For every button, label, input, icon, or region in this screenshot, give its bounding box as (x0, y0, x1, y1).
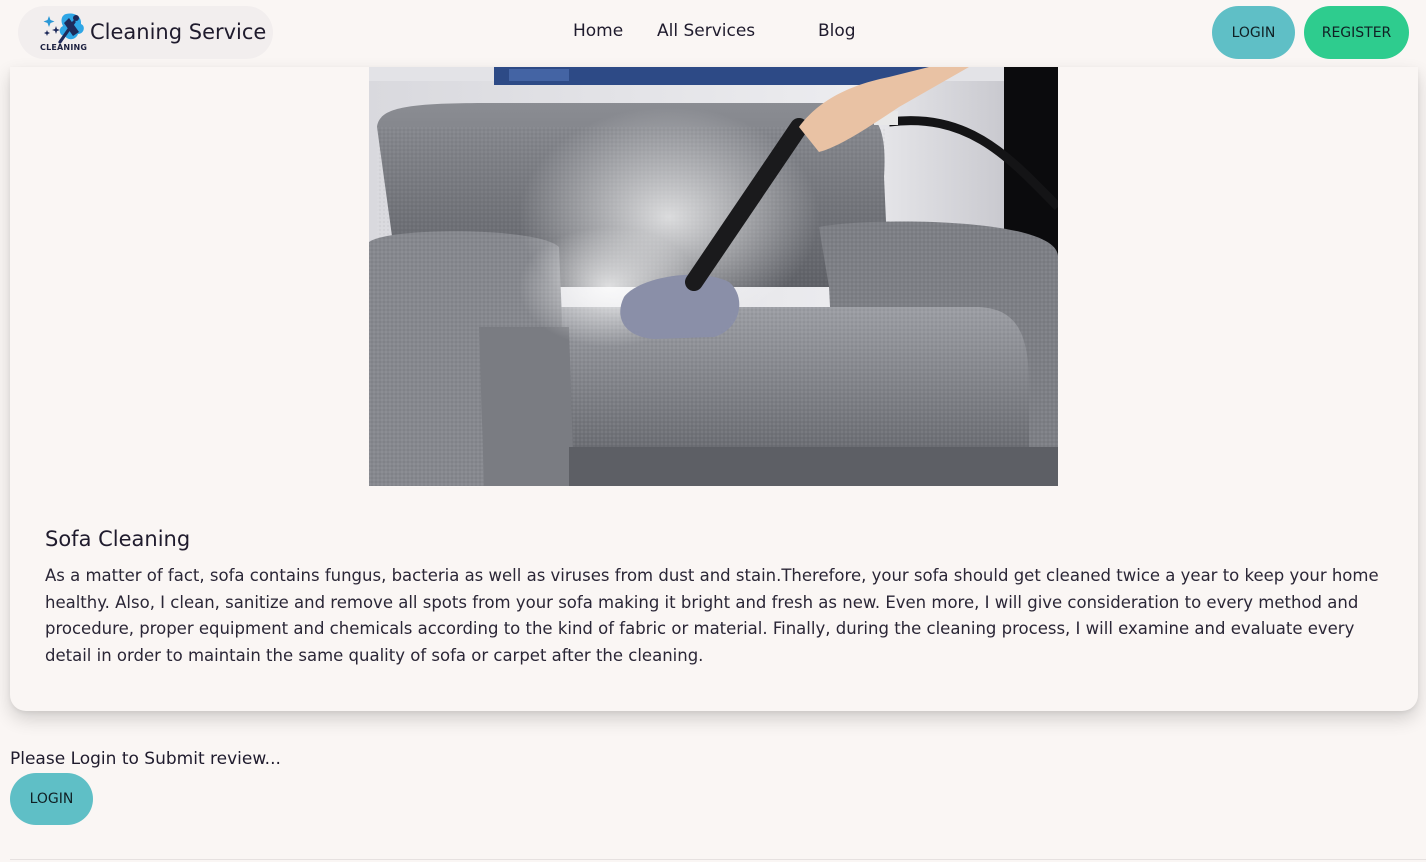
review-login-button[interactable]: LOGIN (10, 773, 93, 825)
navbar: CLEANING Cleaning Service Home All Servi… (0, 0, 1426, 67)
nav-link-blog[interactable]: Blog (818, 21, 856, 41)
brand-name: Cleaning Service (90, 20, 267, 44)
register-button[interactable]: REGISTER (1304, 6, 1409, 59)
service-card: Sofa Cleaning As a matter of fact, sofa … (10, 67, 1418, 711)
nav-link-home[interactable]: Home (573, 21, 623, 41)
service-description: As a matter of fact, sofa contains fungu… (45, 566, 1379, 665)
nav-link-all-services[interactable]: All Services (657, 21, 755, 41)
footer-divider (10, 859, 1426, 860)
sofa-steam-cleaning-image (369, 67, 1058, 486)
brand-home-link[interactable]: CLEANING Cleaning Service (18, 6, 273, 59)
logo-text: CLEANING (40, 43, 88, 52)
service-title: Sofa Cleaning (45, 527, 191, 551)
service-image (369, 67, 1058, 486)
review-login-prompt: Please Login to Submit review... (10, 749, 281, 769)
login-button[interactable]: LOGIN (1212, 6, 1295, 59)
cleaning-logo-icon (43, 13, 84, 44)
